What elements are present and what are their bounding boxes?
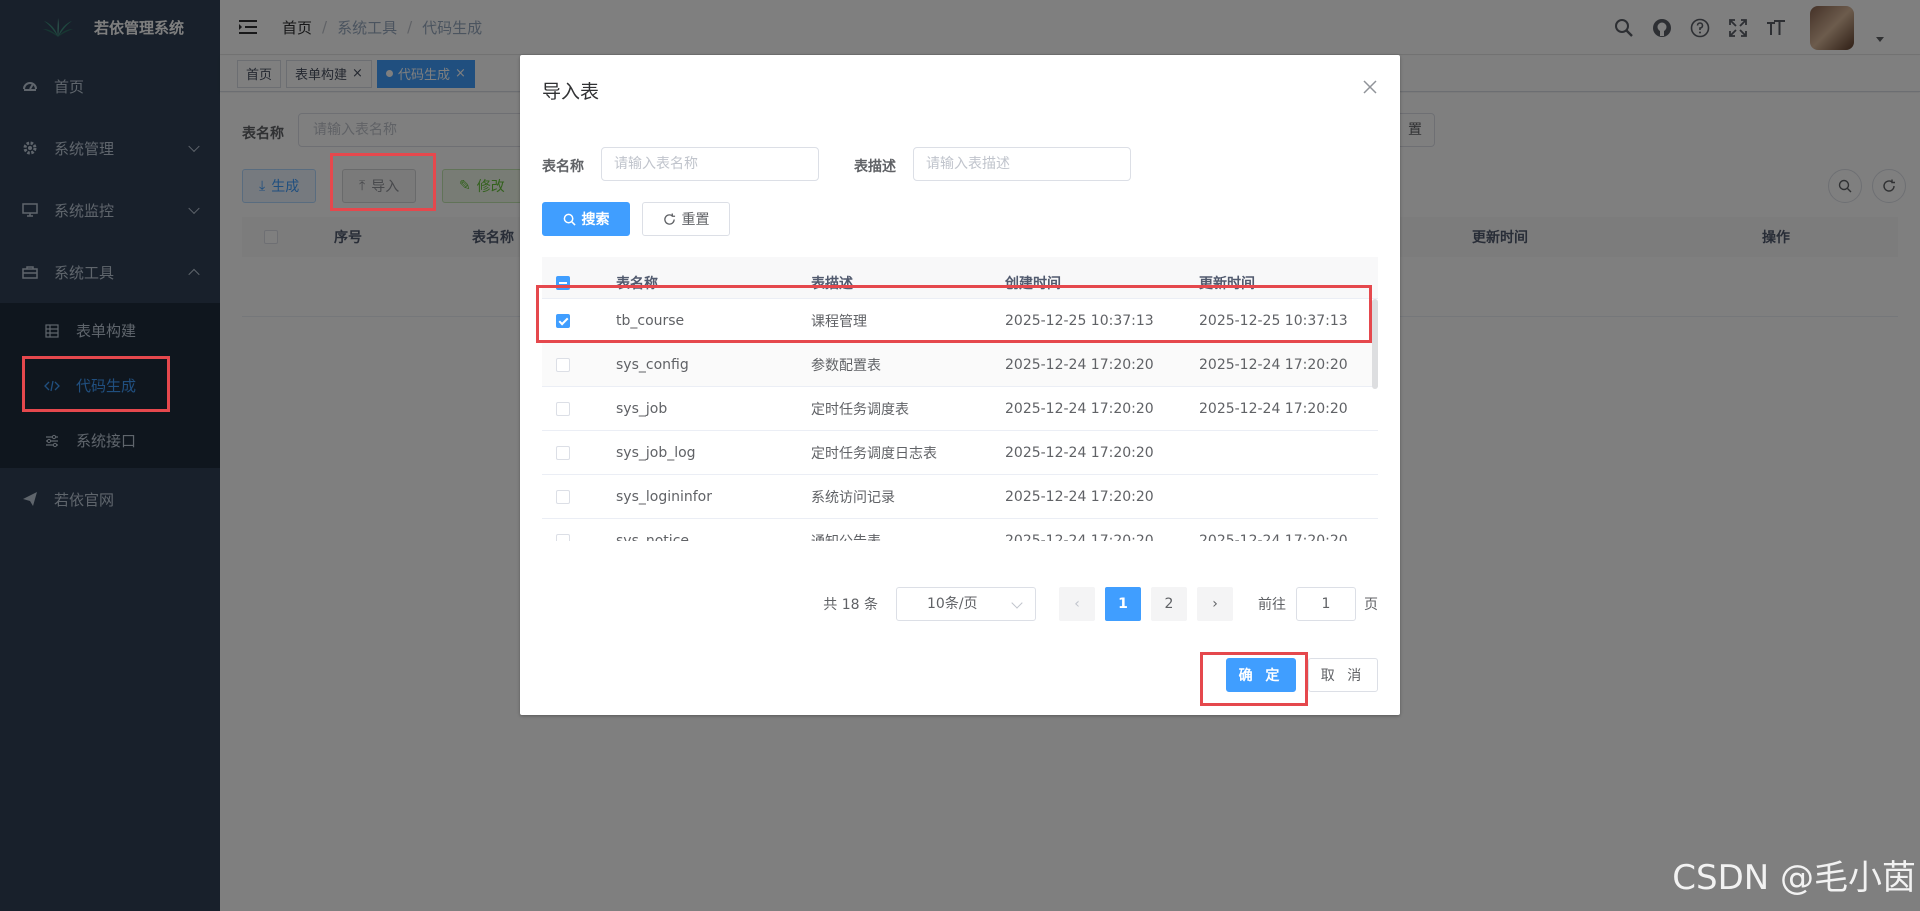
- page-size-value: 10条/页: [927, 596, 978, 612]
- cell-table-name: sys_notice: [616, 532, 690, 542]
- column-header: 更新时间: [1199, 276, 1255, 292]
- prev-page-button[interactable]: ‹: [1059, 587, 1095, 621]
- cancel-button[interactable]: 取 消: [1308, 658, 1378, 692]
- cell-table-name: tb_course: [616, 312, 685, 329]
- pagination-total: 共 18 条: [823, 597, 878, 613]
- column-header: 创建时间: [1005, 276, 1061, 292]
- close-icon[interactable]: [1362, 79, 1378, 95]
- cell-table-name: sys_job_log: [616, 444, 696, 461]
- cell-table-desc: 课程管理: [811, 313, 867, 330]
- table-header: 表名称 表描述 创建时间 更新时间: [542, 257, 1378, 299]
- column-header: 表描述: [811, 276, 853, 292]
- import-table-dialog: 导入表 表名称 请输入表名称 表描述 请输入表描述 搜索 重置 表名称 表描述 …: [520, 55, 1400, 715]
- dialog-title: 导入表: [542, 81, 600, 103]
- cell-updated-time: 2025-12-24 17:20:20: [1199, 532, 1348, 542]
- row-checkbox[interactable]: [556, 401, 570, 416]
- cell-created-time: 2025-12-24 17:20:20: [1005, 400, 1154, 417]
- row-checkbox[interactable]: [556, 489, 570, 504]
- cell-table-desc: 参数配置表: [811, 357, 881, 374]
- column-header: 表名称: [616, 276, 658, 292]
- table-row[interactable]: sys_logininfor 系统访问记录 2025-12-24 17:20:2…: [542, 475, 1378, 519]
- cell-table-desc: 系统访问记录: [811, 489, 895, 506]
- table-row[interactable]: sys_config 参数配置表 2025-12-24 17:20:20 202…: [542, 343, 1378, 387]
- watermark: CSDN @毛小茵: [1672, 858, 1916, 898]
- table-row[interactable]: sys_notice 通知公告表 2025-12-24 17:20:20 202…: [542, 519, 1378, 541]
- search-icon: [563, 213, 576, 226]
- cell-table-desc: 定时任务调度表: [811, 401, 909, 418]
- cell-table-desc: 定时任务调度日志表: [811, 445, 937, 462]
- table-row[interactable]: sys_job 定时任务调度表 2025-12-24 17:20:20 2025…: [542, 387, 1378, 431]
- row-checkbox[interactable]: [556, 357, 570, 372]
- table-row[interactable]: sys_job_log 定时任务调度日志表 2025-12-24 17:20:2…: [542, 431, 1378, 475]
- refresh-icon: [663, 212, 675, 225]
- row-checkbox[interactable]: [556, 533, 570, 541]
- page-number-button[interactable]: 1: [1105, 587, 1141, 621]
- confirm-button[interactable]: 确 定: [1226, 658, 1296, 692]
- row-checkbox[interactable]: [556, 313, 570, 328]
- cell-table-name: sys_job: [616, 400, 668, 417]
- table-desc-input[interactable]: 请输入表描述: [913, 147, 1131, 181]
- cell-created-time: 2025-12-24 17:20:20: [1005, 532, 1154, 542]
- cell-created-time: 2025-12-25 10:37:13: [1005, 312, 1154, 329]
- goto-label: 前往: [1258, 597, 1286, 613]
- cell-updated-time: 2025-12-24 17:20:20: [1199, 400, 1348, 417]
- pagination: 共 18 条 10条/页 ‹ 1 2 › 前往 1 页: [823, 587, 1378, 621]
- select-all-checkbox[interactable]: [556, 276, 570, 290]
- search-button-label: 搜索: [581, 212, 610, 228]
- table-row[interactable]: tb_course 课程管理 2025-12-25 10:37:13 2025-…: [542, 299, 1378, 343]
- cell-created-time: 2025-12-24 17:20:20: [1005, 356, 1154, 373]
- cell-created-time: 2025-12-24 17:20:20: [1005, 488, 1154, 505]
- cell-table-name: sys_config: [616, 356, 689, 373]
- row-checkbox[interactable]: [556, 445, 570, 460]
- cell-created-time: 2025-12-24 17:20:20: [1005, 444, 1154, 461]
- table-name-input[interactable]: 请输入表名称: [601, 147, 819, 181]
- reset-button-label: 重置: [681, 212, 710, 228]
- table-desc-label: 表描述: [854, 159, 896, 175]
- cell-table-desc: 通知公告表: [797, 531, 991, 542]
- next-page-button[interactable]: ›: [1197, 587, 1233, 621]
- chevron-down-icon: [1011, 597, 1023, 609]
- cell-updated-time: 2025-12-25 10:37:13: [1199, 312, 1348, 329]
- goto-page-input[interactable]: 1: [1296, 587, 1356, 621]
- table-scrollbar[interactable]: [1372, 299, 1378, 389]
- import-table: 表名称 表描述 创建时间 更新时间 tb_course 课程管理 2025-12…: [542, 257, 1378, 541]
- cell-table-name: sys_logininfor: [616, 488, 712, 505]
- page-size-select[interactable]: 10条/页: [896, 587, 1036, 621]
- search-button[interactable]: 搜索: [542, 202, 630, 236]
- table-name-label: 表名称: [542, 159, 584, 175]
- goto-suffix: 页: [1364, 597, 1378, 613]
- reset-button[interactable]: 重置: [642, 202, 730, 236]
- page-number-button[interactable]: 2: [1151, 587, 1187, 621]
- cell-updated-time: 2025-12-24 17:20:20: [1199, 356, 1348, 373]
